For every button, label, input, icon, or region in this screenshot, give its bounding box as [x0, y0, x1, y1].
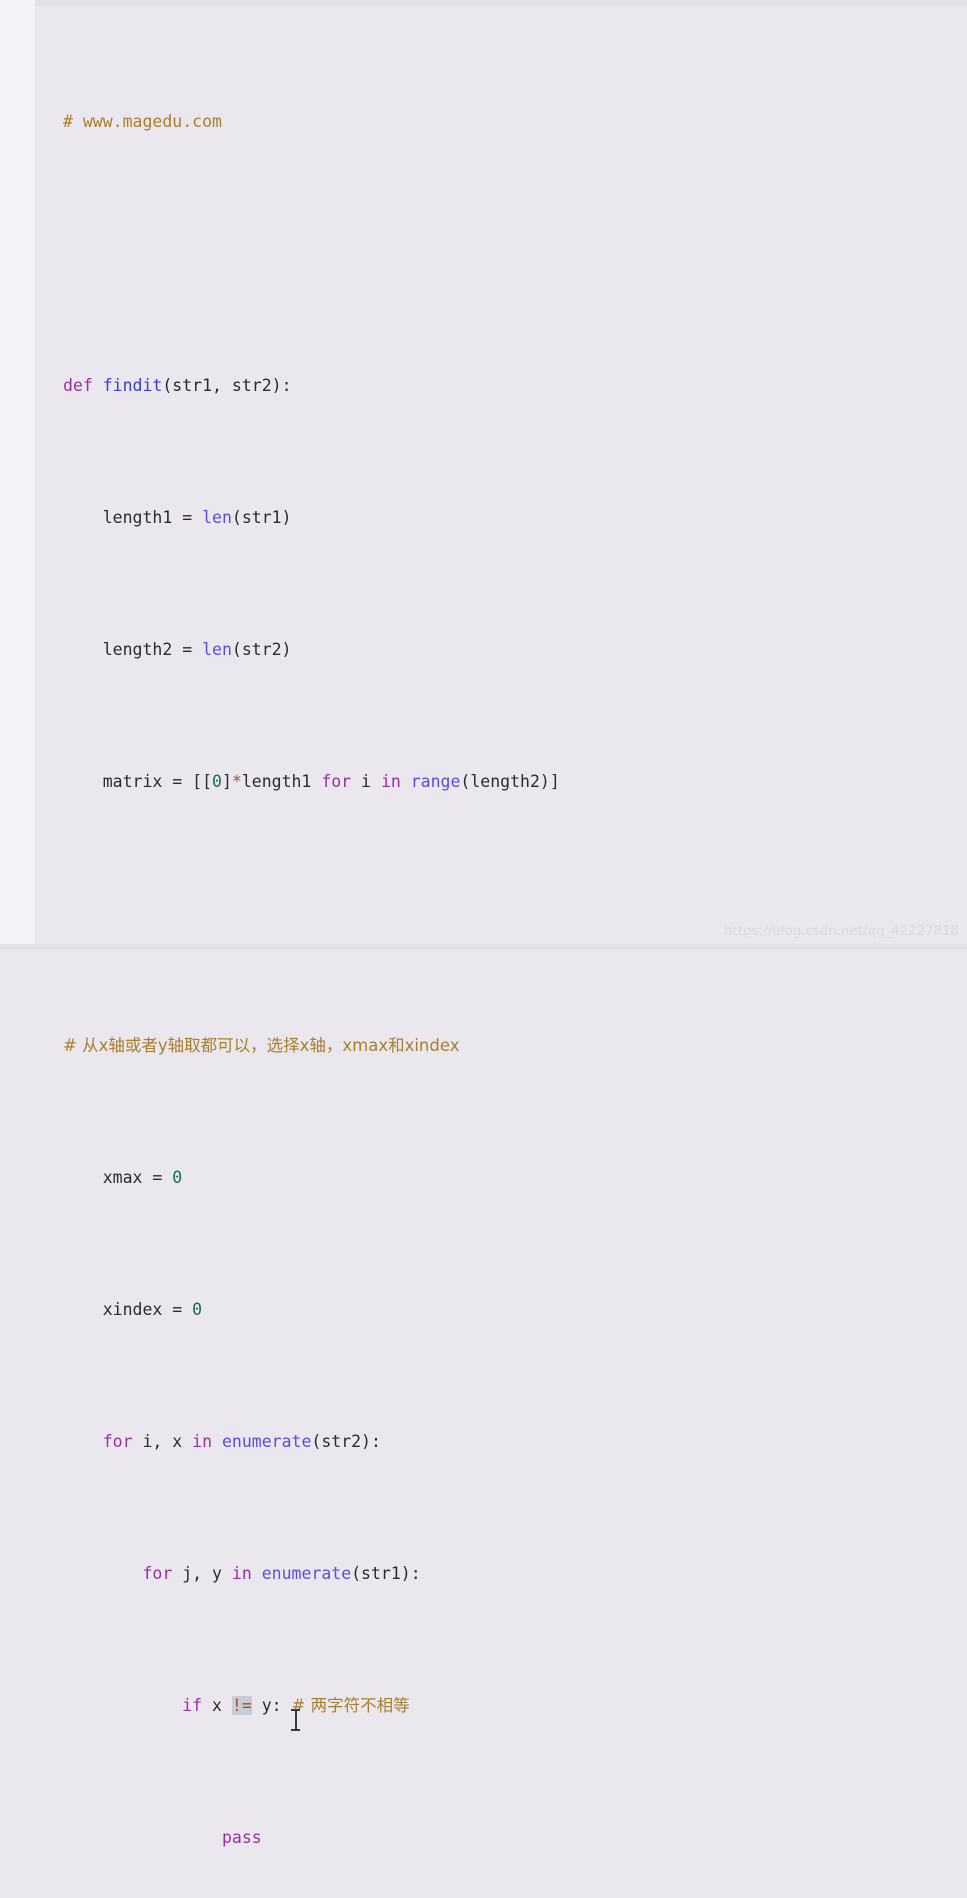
code-editor-surface[interactable]: # www.magedu.com def findit(str1, str2):…: [0, 0, 967, 1847]
code-line-4[interactable]: length1 = len(str1): [0, 501, 967, 534]
csdn-watermark: https://blog.csdn.net/qq_42227818: [724, 924, 959, 939]
selected-token-not-equal[interactable]: !=: [231, 1696, 252, 1715]
comment-chars-not-equal: # 两字符不相等: [291, 1696, 410, 1715]
function-signature: (str1, str2):: [162, 376, 292, 395]
code-line-1[interactable]: # www.magedu.com: [0, 105, 967, 138]
code-line-6[interactable]: matrix = [[0]*length1 for i in range(len…: [0, 765, 967, 798]
code-line-10[interactable]: xindex = 0: [0, 1293, 967, 1326]
builtin-range: range: [410, 772, 461, 791]
number-zero: 0: [192, 1300, 203, 1319]
code-content[interactable]: # www.magedu.com def findit(str1, str2):…: [0, 6, 967, 1898]
keyword-def: def: [63, 376, 93, 395]
code-line-8[interactable]: # 从x轴或者y轴取都可以，选择x轴，xmax和xindex: [0, 1029, 967, 1062]
comment-url: # www.magedu.com: [63, 112, 222, 131]
builtin-enumerate: enumerate: [221, 1432, 312, 1451]
code-line-2[interactable]: [0, 237, 967, 270]
editor-bottom-edge: [0, 944, 967, 949]
code-line-9[interactable]: xmax = 0: [0, 1161, 967, 1194]
code-line-3[interactable]: def findit(str1, str2):: [0, 369, 967, 402]
function-name-findit: findit: [102, 376, 163, 395]
keyword-for: for: [102, 1432, 133, 1451]
builtin-enumerate: enumerate: [261, 1564, 352, 1583]
comment-axis-note: # 从x轴或者y轴取都可以，选择x轴，xmax和xindex: [63, 1036, 460, 1055]
keyword-pass: pass: [221, 1828, 262, 1847]
code-line-14[interactable]: pass: [0, 1821, 967, 1854]
code-line-12[interactable]: for j, y in enumerate(str1):: [0, 1557, 967, 1590]
keyword-for: for: [142, 1564, 173, 1583]
code-line-13[interactable]: if x != y: # 两字符不相等: [0, 1689, 967, 1731]
builtin-len: len: [202, 640, 232, 659]
keyword-in: in: [231, 1564, 252, 1583]
keyword-in: in: [192, 1432, 213, 1451]
keyword-in: in: [380, 772, 401, 791]
builtin-len: len: [202, 508, 232, 527]
operator-star: *: [231, 772, 242, 791]
number-zero: 0: [212, 772, 222, 791]
keyword-for: for: [321, 772, 352, 791]
keyword-if: if: [182, 1696, 203, 1715]
code-line-5[interactable]: length2 = len(str2): [0, 633, 967, 666]
code-line-11[interactable]: for i, x in enumerate(str2):: [0, 1425, 967, 1458]
number-zero: 0: [172, 1168, 183, 1187]
